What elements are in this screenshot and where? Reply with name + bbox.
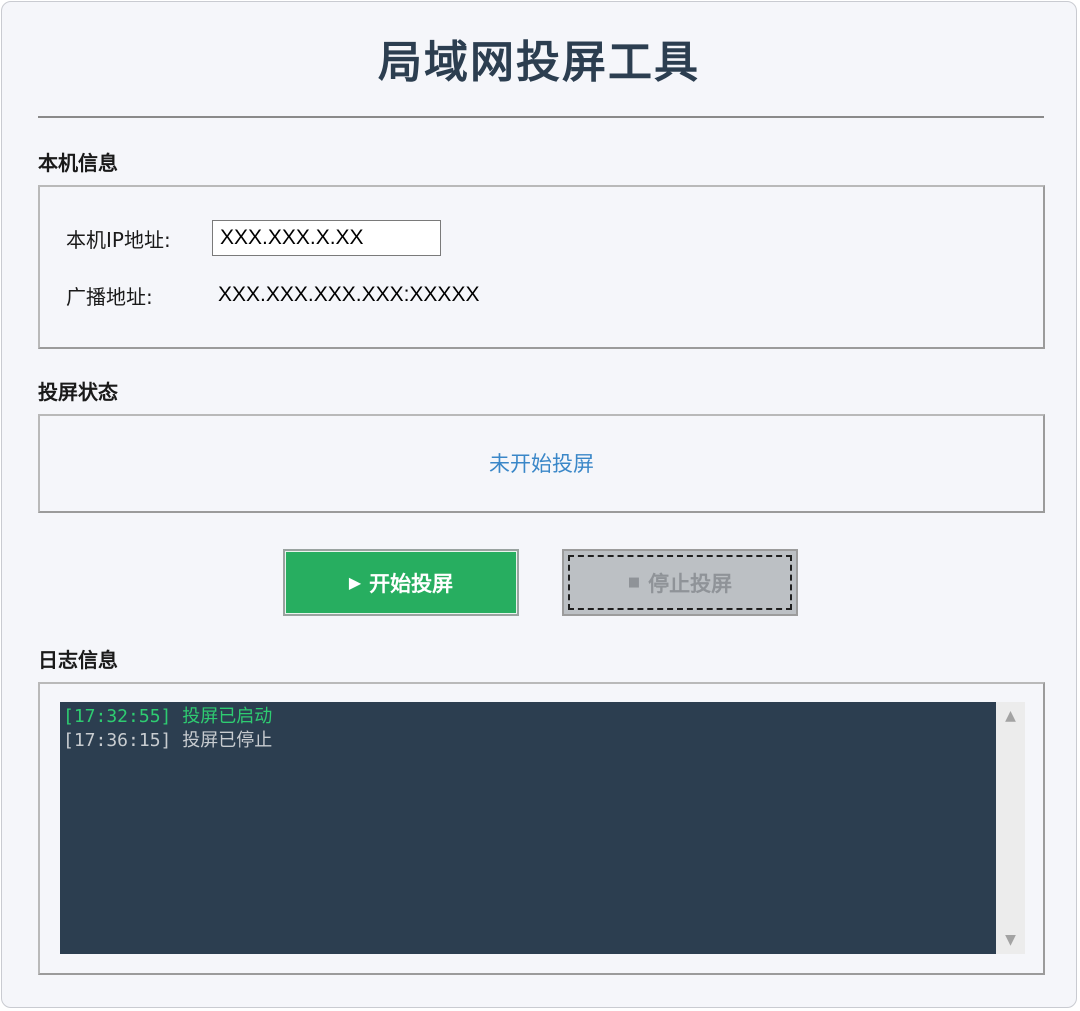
log-entry-time: [17:32:55]: [63, 706, 172, 727]
start-cast-button[interactable]: ▶ 开始投屏: [283, 549, 519, 616]
broadcast-address-label: 广播地址:: [66, 285, 153, 309]
local-info-label: 本机信息: [38, 151, 118, 175]
log-entry: [17:36:15] 投屏已停止: [63, 729, 993, 753]
scroll-up-icon[interactable]: ▲: [996, 704, 1025, 728]
log-scrollbar[interactable]: ▲ ▼: [996, 702, 1025, 954]
cast-status-text: 未开始投屏: [489, 452, 594, 476]
log-entry-message: 投屏已启动: [182, 706, 273, 727]
log-text-area[interactable]: [17:32:55] 投屏已启动 [17:36:15] 投屏已停止: [60, 702, 996, 954]
log-group: [17:32:55] 投屏已启动 [17:36:15] 投屏已停止 ▲ ▼: [38, 682, 1045, 975]
local-info-group: 本机IP地址: 广播地址: XXX.XXX.XXX.XXX:XXXXX: [38, 185, 1045, 349]
page-title: 局域网投屏工具: [378, 37, 700, 88]
stop-cast-button[interactable]: ■ 停止投屏: [562, 549, 798, 616]
cast-status-group: 未开始投屏: [38, 414, 1045, 513]
log-entry-message: 投屏已停止: [182, 730, 273, 751]
ip-address-input[interactable]: [212, 220, 441, 256]
ip-address-label: 本机IP地址:: [66, 228, 171, 252]
stop-square-icon: ■: [627, 575, 641, 590]
log-entry-time: [17:36:15]: [63, 730, 172, 751]
broadcast-address-value: XXX.XXX.XXX.XXX:XXXXX: [218, 283, 480, 306]
title-divider: [38, 116, 1044, 118]
start-cast-label: 开始投屏: [369, 571, 454, 596]
scroll-down-icon[interactable]: ▼: [996, 928, 1025, 952]
log-entry: [17:32:55] 投屏已启动: [63, 705, 993, 729]
log-section-label: 日志信息: [38, 648, 118, 672]
app-window: 局域网投屏工具 本机信息 本机IP地址: 广播地址: XXX.XXX.XXX.X…: [1, 1, 1077, 1008]
cast-status-label: 投屏状态: [38, 380, 118, 404]
play-icon: ▶: [348, 573, 362, 592]
stop-cast-label: 停止投屏: [648, 571, 733, 596]
